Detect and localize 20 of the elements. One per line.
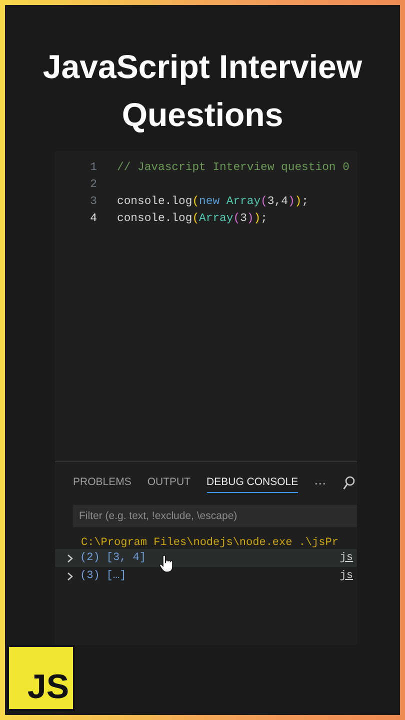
panel-tab[interactable]: PROBLEMS bbox=[73, 472, 132, 493]
headline: JavaScript Interview Questions bbox=[42, 47, 364, 135]
panel-tab[interactable]: DEBUG CONSOLE bbox=[206, 472, 298, 493]
line-number: 3 bbox=[89, 196, 97, 208]
code-line: // Javascript Interview question 0 bbox=[117, 162, 350, 174]
more-button[interactable]: ··· bbox=[314, 476, 326, 490]
code-line: console.log(Array(3)); bbox=[117, 212, 268, 224]
line-number: 4 bbox=[89, 212, 97, 224]
line-number: 2 bbox=[89, 178, 97, 190]
source-link[interactable]: js bbox=[340, 552, 353, 564]
line-number: 1 bbox=[89, 162, 97, 174]
panel-tab[interactable]: OUTPUT bbox=[147, 472, 191, 493]
js-logo: JS bbox=[7, 645, 75, 711]
filter-field[interactable]: Filter (e.g. text, !exclude, \escape) bbox=[73, 505, 357, 527]
search-icon[interactable] bbox=[343, 476, 355, 490]
source-link[interactable]: js bbox=[340, 570, 353, 582]
hand-cursor-icon bbox=[159, 555, 173, 573]
code-line: console.log(new Array(3,4)); bbox=[117, 196, 308, 208]
console-entry[interactable]: (3) […] js bbox=[55, 567, 357, 585]
console-command: C:\Program Files\nodejs\node.exe .\jsPr bbox=[81, 537, 340, 549]
